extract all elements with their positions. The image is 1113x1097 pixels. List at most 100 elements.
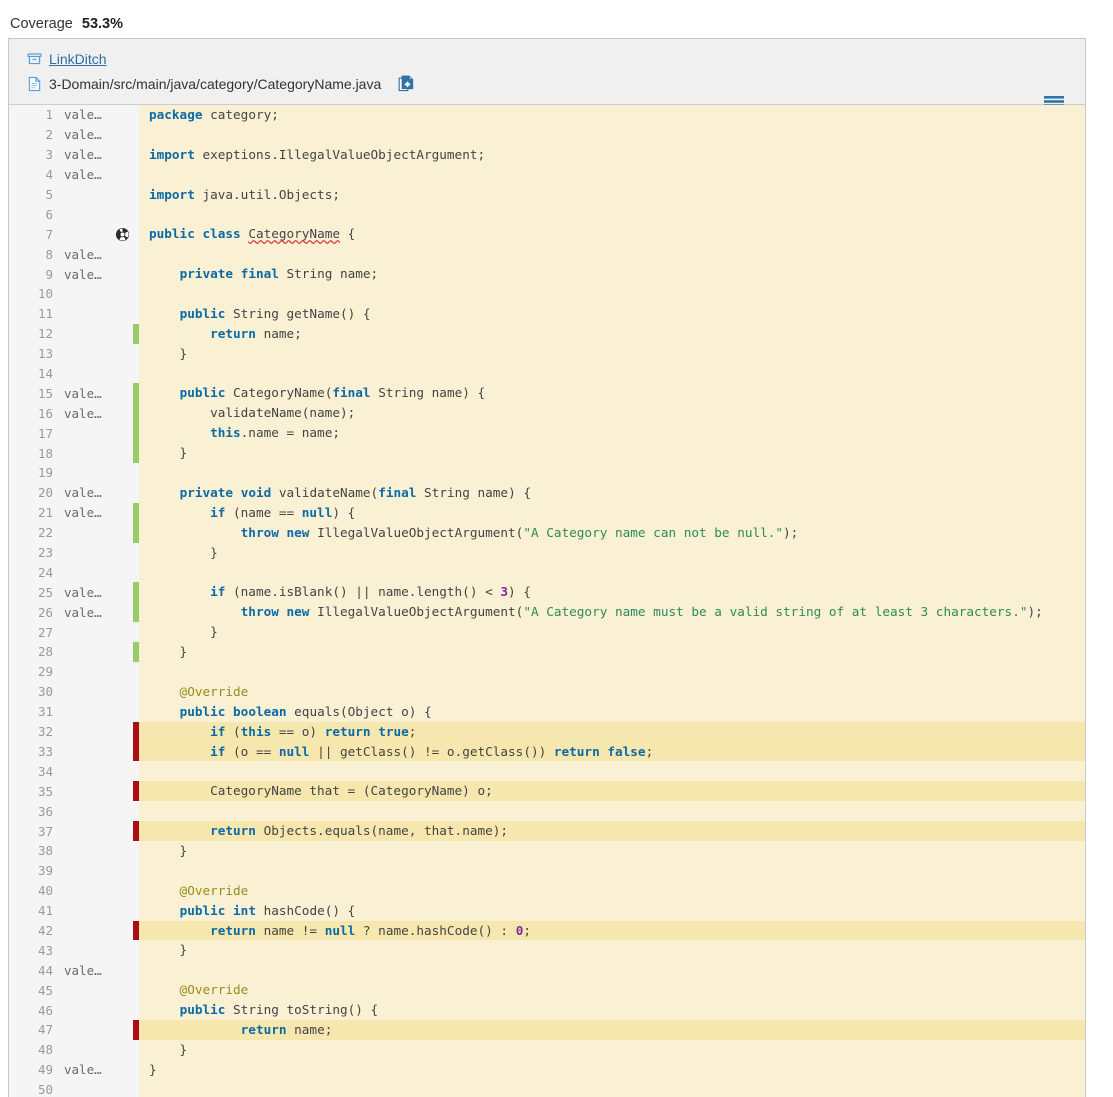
code-line-row: 30 @Override — [9, 682, 1085, 702]
code-line-row: 38 } — [9, 841, 1085, 861]
coverage-bar-none — [133, 801, 139, 821]
code-token: null — [324, 922, 356, 938]
code-token: throw — [240, 604, 279, 620]
code-token: ? name.hashCode() : — [355, 922, 516, 938]
code-line-text: } — [139, 344, 1085, 364]
code-token: CategoryName( — [225, 385, 333, 401]
blame-author[interactable]: vale… — [53, 1062, 111, 1077]
code-token: String getName() { — [225, 305, 371, 321]
code-token: equals(Object o) { — [286, 703, 432, 719]
code-token: } — [149, 544, 218, 560]
source-code-viewer[interactable]: 1 vale… package category; 2 vale… 3 vale… impor… — [9, 105, 1085, 1097]
code-token: false — [607, 743, 646, 759]
code-token: name; — [255, 325, 302, 341]
code-line-text: public String toString() { — [139, 1000, 1085, 1020]
coverage-bar-none — [133, 562, 139, 582]
code-line-row: 37 return Objects.equals(name, that.name… — [9, 821, 1085, 841]
line-number: 43 — [37, 942, 53, 958]
code-line-row: 36 — [9, 801, 1085, 821]
code-line-text: @Override — [139, 881, 1085, 901]
code-token: void — [240, 484, 272, 500]
code-line-text: if (o == null || getClass() != o.getClas… — [139, 742, 1085, 762]
blame-author[interactable]: vale… — [53, 406, 111, 421]
blame-author[interactable]: vale… — [53, 107, 111, 122]
code-token: IllegalValueObjectArgument( — [309, 524, 524, 540]
code-line-row: 20 vale… private void validateName(final … — [9, 483, 1085, 503]
code-token: 3 — [500, 584, 509, 600]
blame-author[interactable]: vale… — [53, 127, 111, 142]
line-number: 2 — [45, 127, 53, 143]
line-number: 15 — [37, 385, 53, 401]
code-token: hashCode() { — [255, 902, 356, 918]
code-token: if — [210, 743, 226, 759]
line-number: 14 — [37, 366, 53, 382]
blame-author[interactable]: vale… — [53, 505, 111, 520]
blame-author[interactable]: vale… — [53, 485, 111, 500]
coverage-bar-none — [133, 364, 139, 384]
code-line-row: 33 if (o == null || getClass() != o.getC… — [9, 741, 1085, 762]
blame-author[interactable]: vale… — [53, 963, 111, 978]
code-token: new — [286, 604, 310, 620]
archive-box-icon — [27, 51, 42, 66]
code-token: || getClass() != o.getClass()) — [309, 743, 554, 759]
code-line-row: 1 vale… package category; — [9, 105, 1085, 125]
blame-author[interactable]: vale… — [53, 267, 111, 282]
code-line-row: 5 import java.util.Objects; — [9, 185, 1085, 205]
code-line-text: CategoryName that = (CategoryName) o; — [139, 781, 1085, 801]
blame-author[interactable]: vale… — [53, 585, 111, 600]
code-line-text: this.name = name; — [139, 423, 1085, 443]
breadcrumb-project-link[interactable]: LinkDitch — [49, 51, 107, 67]
copy-file-icon[interactable] — [398, 75, 414, 93]
code-token: private — [179, 484, 234, 500]
code-line-row: 8 vale… — [9, 244, 1085, 264]
code-line-row: 42 return name != null ? name.hashCode()… — [9, 920, 1085, 941]
code-line-text: } — [139, 940, 1085, 960]
code-token: } — [149, 1061, 157, 1077]
code-token: if — [210, 723, 226, 739]
class-coverage-icon[interactable] — [111, 227, 133, 242]
blame-author[interactable]: vale… — [53, 605, 111, 620]
code-line-background — [139, 204, 1085, 224]
code-line-row: 4 vale… — [9, 165, 1085, 185]
coverage-bar-none — [133, 463, 139, 483]
coverage-bar-none — [133, 204, 139, 224]
blame-author[interactable]: vale… — [53, 247, 111, 262]
code-line-row: 6 — [9, 204, 1085, 224]
code-line-text: } — [139, 1040, 1085, 1060]
code-line-row: 2 vale… — [9, 125, 1085, 145]
code-line-row: 21 vale… if (name == null) { — [9, 502, 1085, 523]
code-token: ( — [225, 723, 241, 739]
code-line-text: } — [139, 443, 1085, 463]
code-token: this — [240, 723, 272, 739]
code-token: if — [210, 504, 226, 520]
code-line-background — [139, 960, 1085, 980]
code-line-text: throw new IllegalValueObjectArgument("A … — [139, 523, 1085, 543]
code-line-text: public String getName() { — [139, 304, 1085, 324]
line-number: 23 — [37, 545, 53, 561]
blame-author[interactable]: vale… — [53, 386, 111, 401]
blame-author[interactable]: vale… — [53, 167, 111, 182]
code-line-row: 10 — [9, 284, 1085, 304]
line-number: 4 — [45, 167, 53, 183]
code-line-background — [139, 761, 1085, 781]
blame-author[interactable]: vale… — [53, 147, 111, 162]
line-number: 35 — [37, 783, 53, 799]
code-token: "A Category name must be a valid string … — [523, 604, 1028, 620]
line-number: 20 — [37, 485, 53, 501]
line-number: 11 — [37, 306, 53, 322]
code-line-text: if (this == o) return true; — [139, 722, 1085, 742]
code-token: name != — [255, 922, 325, 938]
coverage-label: Coverage — [10, 16, 73, 32]
code-line-row: 3 vale… import exeptions.IllegalValueObjec… — [9, 145, 1085, 165]
code-token: exeptions.IllegalValueObjectArgument; — [194, 146, 486, 162]
code-line-row: 14 — [9, 364, 1085, 384]
line-number: 12 — [37, 326, 53, 342]
code-line-row: 29 — [9, 662, 1085, 682]
code-line-row: 16 vale… validateName(name); — [9, 403, 1085, 424]
